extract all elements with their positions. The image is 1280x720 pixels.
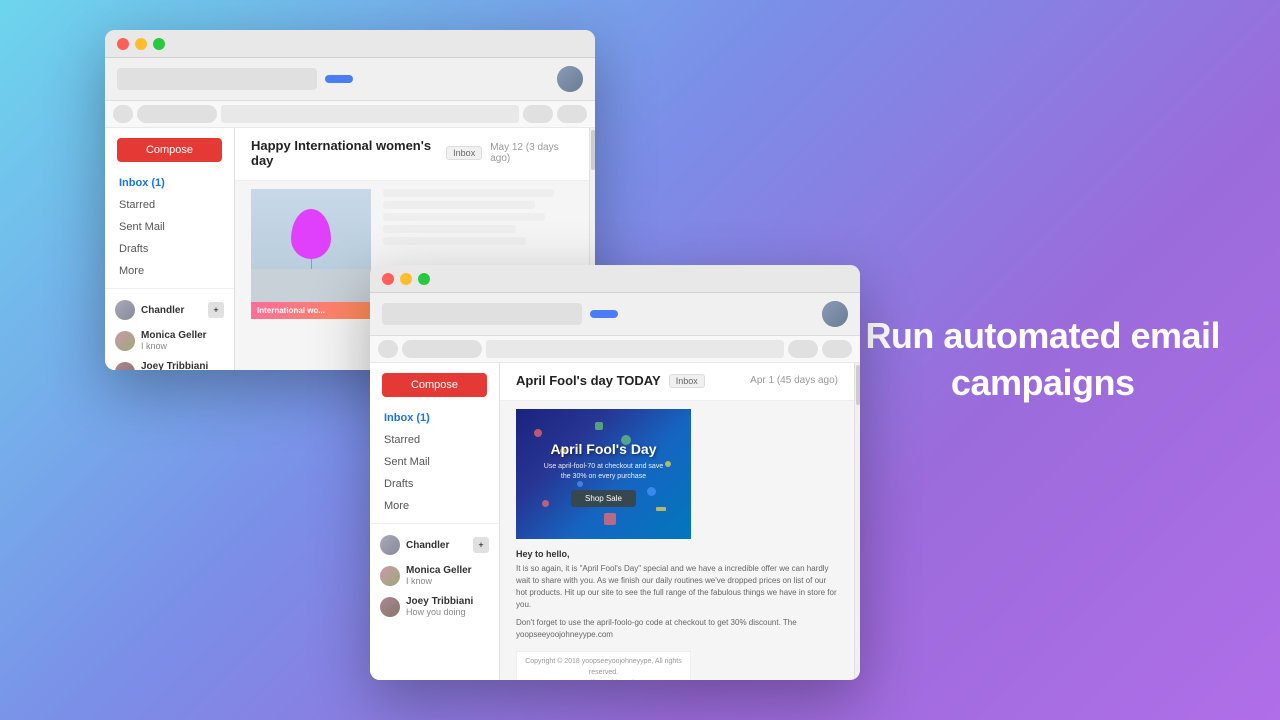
nav-tab-primary-2[interactable]	[378, 340, 398, 358]
maximize-button-1[interactable]	[153, 38, 165, 50]
minimize-button-1[interactable]	[135, 38, 147, 50]
compose-btn-2[interactable]: Compose	[382, 373, 487, 397]
email-footer-image: Copyright © 2018 yoopseeyoojohneyype, Al…	[516, 651, 691, 680]
sidebar-item-starred-1[interactable]: Starred	[105, 194, 234, 216]
contact-joey-2[interactable]: Joey Tribbiani How you doing	[370, 591, 499, 622]
nav-tabs-2	[370, 336, 860, 363]
sidebar-1: Compose Inbox (1) Starred Sent Mail Draf…	[105, 128, 235, 370]
email-body-text: Hey to hello, It is so again, it is "Apr…	[516, 549, 838, 641]
email-subject-2: April Fool's day TODAY	[516, 373, 661, 388]
nav-tab-social-2[interactable]	[402, 340, 482, 358]
toolbar-2	[370, 293, 860, 336]
contact-monica-1[interactable]: Monica Geller I know	[105, 325, 234, 356]
email-main-2: April Fool's day TODAY Inbox Apr 1 (45 d…	[500, 363, 854, 680]
nav-tab-primary[interactable]	[113, 105, 133, 123]
para1: It is so again, it is "April Fool's Day"…	[516, 563, 838, 611]
search-bar-1	[117, 68, 317, 90]
greeting: Hey to hello,	[516, 549, 838, 559]
promo-section: Run automated email campaigns	[865, 313, 1220, 407]
promo-text: Run automated email campaigns	[865, 313, 1220, 407]
footer-copyright: Copyright © 2018 yoopseeyoojohneyype, Al…	[517, 656, 690, 678]
footer-address-label: Our mailing address is:	[568, 678, 640, 680]
email-image-1: International wo...	[251, 189, 371, 319]
compose-btn-1[interactable]: Compose	[117, 138, 222, 162]
email-date-2: Apr 1 (45 days ago)	[750, 375, 838, 386]
minimize-button-2[interactable]	[400, 273, 412, 285]
toolbar-1	[105, 58, 595, 101]
avatar-1	[557, 66, 583, 92]
nav-tab-more-2[interactable]	[788, 340, 818, 358]
sidebar-2: Compose Inbox (1) Starred Sent Mail Draf…	[370, 363, 500, 680]
sidebar-item-inbox-1[interactable]: Inbox (1)	[105, 172, 234, 194]
nav-tabs-1	[105, 101, 595, 128]
traffic-lights-1	[117, 38, 165, 50]
para2: Don't forget to use the april-foolo-go c…	[516, 617, 838, 641]
search-bar-2	[382, 303, 582, 325]
sidebar-item-drafts-1[interactable]: Drafts	[105, 238, 234, 260]
email-header-2: April Fool's day TODAY Inbox Apr 1 (45 d…	[500, 363, 854, 401]
contact-joey-1[interactable]: Joey Tribbiani How you doing	[105, 356, 234, 370]
april-fools-subtitle: Use april-fool-70 at checkout and saveth…	[544, 462, 663, 482]
nav-tab-extra-2[interactable]	[822, 340, 852, 358]
sidebar-item-more-2[interactable]: More	[370, 495, 499, 517]
contact-chandler-1[interactable]: Chandler +	[105, 295, 234, 325]
titlebar-2	[370, 265, 860, 293]
shop-sale-button[interactable]: Shop Sale	[571, 490, 636, 507]
banner-text-1: International wo...	[257, 306, 365, 315]
email-scroll-2[interactable]: April Fool's Day Use april-fool-70 at ch…	[500, 401, 854, 680]
avatar-2	[822, 301, 848, 327]
traffic-lights-2	[382, 273, 430, 285]
contact-monica-2[interactable]: Monica Geller I know	[370, 560, 499, 591]
sidebar-item-inbox-2[interactable]: Inbox (1)	[370, 407, 499, 429]
email-header-1: Happy International women's day Inbox Ma…	[235, 128, 589, 181]
compose-button-toolbar-2[interactable]	[590, 310, 618, 318]
maximize-button-2[interactable]	[418, 273, 430, 285]
sidebar-item-more-1[interactable]: More	[105, 260, 234, 282]
email-date-1: May 12 (3 days ago)	[490, 142, 573, 164]
email-window-2: Compose Inbox (1) Starred Sent Mail Draf…	[370, 265, 860, 680]
nav-tab-more[interactable]	[523, 105, 553, 123]
compose-button-toolbar-1[interactable]	[325, 75, 353, 83]
email-subject-1: Happy International women's day	[251, 138, 438, 168]
scrollbar-2[interactable]	[854, 363, 860, 680]
nav-tab-extra[interactable]	[557, 105, 587, 123]
contact-chandler-2[interactable]: Chandler +	[370, 530, 499, 560]
april-fools-title: April Fool's Day	[550, 441, 656, 458]
inbox-badge-1: Inbox	[446, 146, 482, 160]
sidebar-item-starred-2[interactable]: Starred	[370, 429, 499, 451]
sidebar-item-sent-1[interactable]: Sent Mail	[105, 216, 234, 238]
inbox-badge-2: Inbox	[669, 374, 705, 388]
april-fools-banner: April Fool's Day Use april-fool-70 at ch…	[516, 409, 691, 539]
nav-tab-social[interactable]	[137, 105, 217, 123]
email-body-2: Compose Inbox (1) Starred Sent Mail Draf…	[370, 363, 860, 680]
titlebar-1	[105, 30, 595, 58]
sidebar-item-sent-2[interactable]: Sent Mail	[370, 451, 499, 473]
close-button-2[interactable]	[382, 273, 394, 285]
sidebar-item-drafts-2[interactable]: Drafts	[370, 473, 499, 495]
close-button-1[interactable]	[117, 38, 129, 50]
